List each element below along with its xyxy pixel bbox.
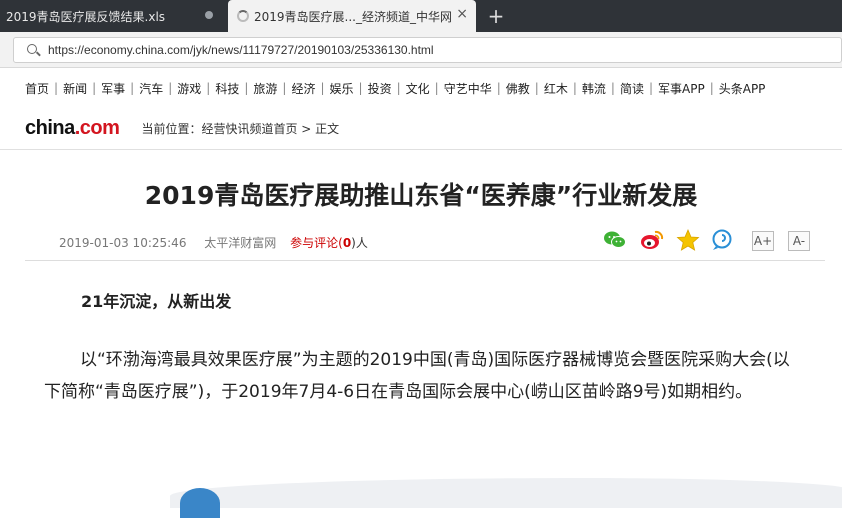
comment-bubble-icon[interactable] xyxy=(711,229,735,251)
nav-item[interactable]: 新闻 xyxy=(63,80,87,97)
star-icon[interactable] xyxy=(676,229,700,251)
nav-separator: | xyxy=(648,81,653,95)
comment-link[interactable]: 参与评论(0)人 xyxy=(290,236,368,250)
nav-item[interactable]: 投资 xyxy=(368,80,392,97)
nav-separator: | xyxy=(168,81,173,95)
nav-item[interactable]: 佛教 xyxy=(506,80,530,97)
nav-item[interactable]: 军事 xyxy=(101,80,125,97)
unsaved-dot-icon xyxy=(205,11,213,19)
nav-item[interactable]: 红木 xyxy=(544,80,568,97)
search-icon xyxy=(14,38,48,62)
nav-item[interactable]: 军事APP xyxy=(658,80,705,97)
nav-item[interactable]: 守艺中华 xyxy=(444,80,492,97)
close-tab-icon[interactable]: × xyxy=(456,6,468,22)
article-title: 2019青岛医疗展助推山东省“医养康”行业新发展 xyxy=(144,181,698,210)
nav-separator: | xyxy=(130,81,135,95)
nav-item[interactable]: 首页 xyxy=(25,80,49,97)
tab-bar: 2019青岛医疗展反馈结果.xls 2019青岛医疗展..._经济频道_中华网 … xyxy=(0,0,842,32)
nav-separator: | xyxy=(244,81,249,95)
article-source[interactable]: 太平洋财富网 xyxy=(204,236,276,250)
nav-item[interactable]: 旅游 xyxy=(253,80,277,97)
nav-separator: | xyxy=(709,81,714,95)
divider xyxy=(25,260,825,261)
nav-separator: | xyxy=(206,81,211,95)
nav-item[interactable]: 科技 xyxy=(215,80,239,97)
font-larger-button[interactable]: A+ xyxy=(752,231,774,251)
nav-item[interactable]: 韩流 xyxy=(582,80,606,97)
font-smaller-button[interactable]: A- xyxy=(788,231,810,251)
site-header: china.com 当前位置：经营快讯频道首页 > 正文 xyxy=(0,108,842,150)
article-paragraph: 以“环渤海湾最具效果医疗展”为主题的2019中国(青岛)国际医疗器械博览会暨医院… xyxy=(44,350,790,402)
loading-spinner-icon xyxy=(237,10,249,22)
nav-separator: | xyxy=(572,81,577,95)
article-subheading: 21年沉淀，从新出发 xyxy=(81,292,232,311)
nav-separator: | xyxy=(396,81,401,95)
address-bar: https://economy.china.com/jyk/news/11179… xyxy=(0,32,842,68)
nav-separator: | xyxy=(92,81,97,95)
tab-xls-file[interactable]: 2019青岛医疗展反馈结果.xls xyxy=(0,0,228,32)
breadcrumb: 当前位置：经营快讯频道首页 > 正文 xyxy=(141,122,340,136)
nav-separator: | xyxy=(534,81,539,95)
nav-separator: | xyxy=(434,81,439,95)
nav-separator: | xyxy=(282,81,287,95)
wechat-icon[interactable] xyxy=(603,229,627,251)
nav-item[interactable]: 简读 xyxy=(620,80,644,97)
weibo-icon[interactable] xyxy=(640,229,664,251)
new-tab-button[interactable]: + xyxy=(476,0,516,32)
nav-item[interactable]: 汽车 xyxy=(139,80,163,97)
url-field[interactable]: https://economy.china.com/jyk/news/11179… xyxy=(13,37,842,63)
china-com-logo[interactable]: china.com xyxy=(25,117,120,140)
nav-separator: | xyxy=(54,81,59,95)
publish-date: 2019-01-03 10:25:46 xyxy=(59,236,187,250)
nav-item[interactable]: 娱乐 xyxy=(330,80,354,97)
nav-separator: | xyxy=(496,81,501,95)
article-image-partial xyxy=(170,478,842,518)
article-meta: 2019-01-03 10:25:46 太平洋财富网 参与评论(0)人 xyxy=(59,234,368,251)
tab-article[interactable]: 2019青岛医疗展..._经济频道_中华网 × xyxy=(228,0,476,32)
site-navigation: 首页 | 新闻 | 军事 | 汽车 | 游戏 | 科技 | 旅游 | 经济 | 娱乐 | 投资 | 文化 | 守艺中华 | 佛教… xyxy=(0,68,842,108)
nav-separator: | xyxy=(320,81,325,95)
tab-title: 2019青岛医疗展..._经济频道_中华网 xyxy=(254,9,452,24)
url-text[interactable]: https://economy.china.com/jyk/news/11179… xyxy=(48,43,434,57)
nav-separator: | xyxy=(358,81,363,95)
nav-separator: | xyxy=(610,81,615,95)
nav-item[interactable]: 游戏 xyxy=(177,80,201,97)
nav-item[interactable]: 头条APP xyxy=(719,80,766,97)
nav-item[interactable]: 文化 xyxy=(406,80,430,97)
tab-title: 2019青岛医疗展反馈结果.xls xyxy=(6,9,166,24)
nav-item[interactable]: 经济 xyxy=(291,80,315,97)
